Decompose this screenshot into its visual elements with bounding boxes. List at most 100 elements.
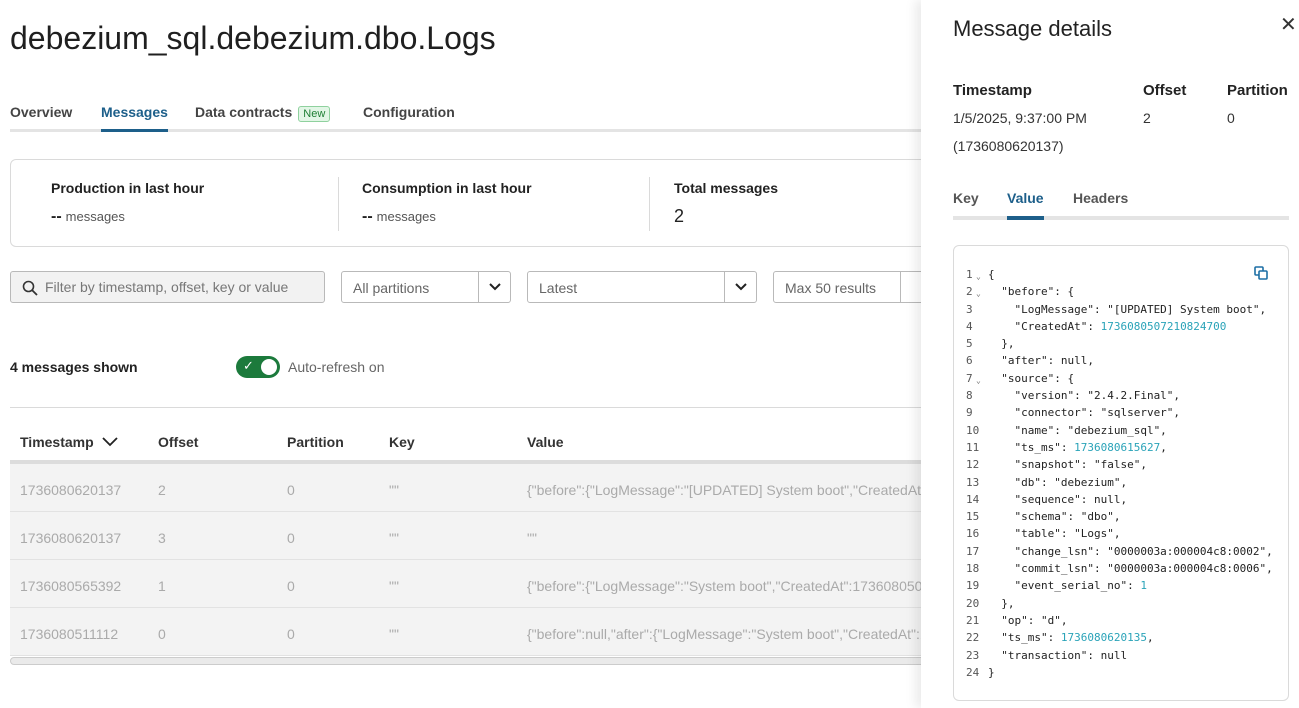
table-row[interactable]: 1736080511112 0 0 "" {"before":null,"aft… [10,608,930,656]
cell-offset: 3 [158,530,166,546]
code-text: "change_lsn": "0000003a:000004c8:0002", [988,544,1273,558]
line-number: 24 [966,665,980,679]
number-literal: 1 [1140,579,1147,593]
code-text: "commit_lsn": "0000003a:000004c8:0006", [988,562,1273,576]
code-text: "db": "debezium", [988,475,1128,489]
auto-refresh-toggle[interactable]: ✓ [236,356,280,378]
tab-messages[interactable]: Messages [101,104,168,132]
partition-value: 0 [1227,110,1235,126]
code-line: 18 "commit_lsn": "0000003a:000004c8:0006… [966,562,1273,579]
code-text: "ts_ms": 1736080615627, [988,440,1167,454]
search-field[interactable] [10,271,325,303]
cell-key: "" [389,626,399,642]
partitions-select-value: All partitions [353,280,430,296]
production-label: Production in last hour [51,180,205,196]
code-line: 20 }, [966,597,1273,614]
consumption-value: -- messages [362,208,532,226]
search-input[interactable] [45,279,315,295]
production-value: -- messages [51,208,204,226]
line-number: 9 [966,406,973,420]
cell-timestamp: 1736080620137 [20,530,122,546]
position-select-value: Latest [539,280,578,296]
table-row[interactable]: 1736080620137 2 0 "" {"before":{"LogMess… [10,464,930,512]
column-header-value[interactable]: Value [527,434,564,450]
stat-divider [649,177,650,231]
page-title: debezium_sql.debezium.dbo.Logs [10,20,496,56]
close-button[interactable]: ✕ [1280,12,1297,37]
position-dropdown-button[interactable] [724,272,756,302]
tab-overview[interactable]: Overview [10,104,72,120]
fold-chevron-icon[interactable]: ⌄ [976,376,981,385]
total-stat: Total messages 2 [674,180,778,227]
tab-key[interactable]: Key [953,190,979,206]
cell-partition: 0 [287,626,295,642]
cell-timestamp: 1736080511112 [20,626,119,642]
code-text: "version": "2.4.2.Final", [988,389,1181,403]
code-line: 23 "transaction": null [966,649,1273,666]
code-text: "before": { [988,285,1075,299]
consumption-dash: -- [362,208,373,225]
line-number: 18 [966,562,980,576]
fold-chevron-icon[interactable]: ⌄ [976,272,981,281]
partitions-select[interactable]: All partitions [341,271,511,303]
code-line: 3 "LogMessage": "[UPDATED] System boot", [966,303,1273,320]
tab-headers[interactable]: Headers [1073,190,1128,206]
code-line: 9 "connector": "sqlserver", [966,406,1273,423]
column-header-partition[interactable]: Partition [287,434,344,450]
cell-offset: 2 [158,482,166,498]
cell-key: "" [389,530,399,546]
line-number: 5 [966,337,973,351]
search-icon [22,280,38,296]
offset-label: Offset [1143,82,1187,99]
line-number: 14 [966,492,980,506]
cell-value: {"before":null,"after":{"LogMessage":"Sy… [527,626,927,642]
code-text: "connector": "sqlserver", [988,406,1181,420]
drawer-title: Message details [953,16,1112,41]
tab-data-contracts-label: Data contracts [195,104,293,120]
max-results-select[interactable]: Max 50 results [773,271,933,303]
code-line: 15 "schema": "dbo", [966,510,1273,527]
tab-configuration[interactable]: Configuration [363,104,455,120]
production-stat: Production in last hour -- messages [51,180,204,226]
code-line: 16 "table": "Logs", [966,527,1273,544]
messages-table: Timestamp Offset Partition Key Value 173… [10,407,930,667]
number-literal: 1736080615627 [1074,440,1161,454]
line-number: 17 [966,544,980,558]
stat-divider [338,177,339,231]
cell-partition: 0 [287,578,295,594]
cell-offset: 1 [158,578,166,594]
code-viewer[interactable]: 1 ⌄ {2 ⌄ "before": {3 "LogMessage": "[UPDAT… [953,245,1289,701]
fold-chevron-icon[interactable]: ⌄ [976,289,981,298]
line-number: 10 [966,423,980,437]
partitions-dropdown-button[interactable] [478,272,510,302]
column-header-timestamp[interactable]: Timestamp [20,434,118,450]
line-number: 3 [966,302,973,316]
cell-offset: 0 [158,626,166,642]
code-line: 6 "after": null, [966,354,1273,371]
tab-data-contracts[interactable]: Data contracts New [195,104,331,122]
code-text: "after": null, [988,354,1094,368]
json-code: 1 ⌄ {2 ⌄ "before": {3 "LogMessage": "[UPDAT… [966,268,1273,683]
code-text: "transaction": null [988,648,1128,662]
messages-shown-count: 4 messages shown [10,359,138,375]
code-line: 11 "ts_ms": 1736080615627, [966,441,1273,458]
horizontal-scrollbar[interactable] [10,657,930,665]
code-line: 7 ⌄ "source": { [966,372,1273,389]
code-line: 4 "CreatedAt": 1736080507210824700 [966,320,1273,337]
code-text: "op": "d", [988,613,1068,627]
code-text: "CreatedAt": 1736080507210824700 [988,319,1227,333]
table-row[interactable]: 1736080565392 1 0 "" {"before":{"LogMess… [10,560,930,608]
column-header-key[interactable]: Key [389,434,415,450]
cell-partition: 0 [287,482,295,498]
column-header-offset[interactable]: Offset [158,434,198,450]
table-row[interactable]: 1736080620137 3 0 "" "" [10,512,930,560]
line-number: 20 [966,596,980,610]
tab-bar: Overview Messages Data contracts New Conf… [10,98,940,132]
tab-value[interactable]: Value [1007,190,1044,220]
timestamp-label: Timestamp [953,82,1032,99]
column-header-timestamp-label: Timestamp [20,434,94,450]
cell-timestamp: 1736080565392 [20,578,122,594]
sort-chevron-down-icon [101,437,118,447]
consumption-stat: Consumption in last hour -- messages [362,180,532,226]
position-select[interactable]: Latest [527,271,757,303]
